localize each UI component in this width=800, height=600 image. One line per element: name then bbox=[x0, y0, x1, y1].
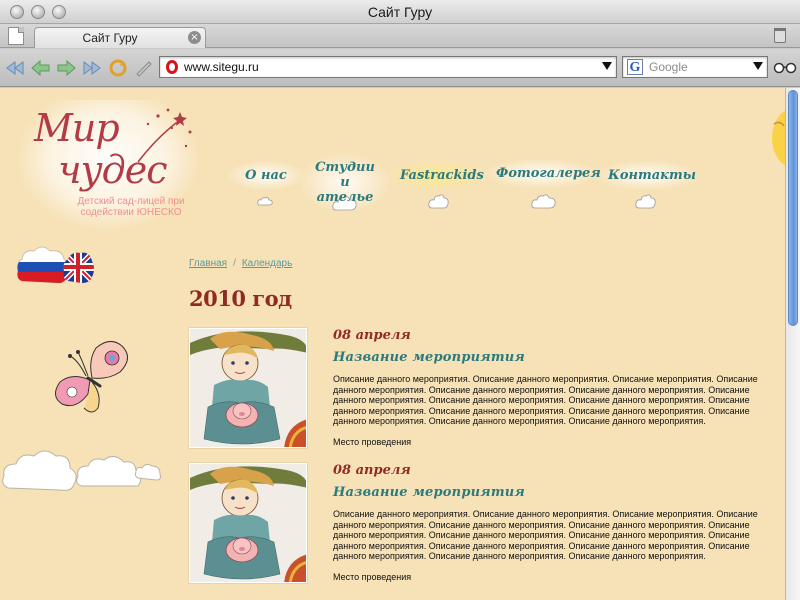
scrollbar-thumb[interactable] bbox=[788, 90, 798, 326]
back-icon[interactable] bbox=[31, 59, 51, 77]
butterfly-icon bbox=[55, 341, 128, 413]
language-switcher[interactable] bbox=[16, 241, 96, 285]
site-logo[interactable]: Мир чудес Детский сад-лицей при содейств… bbox=[18, 100, 198, 230]
girl-with-piglet-illustration bbox=[190, 464, 306, 582]
breadcrumb-calendar-link[interactable]: Календарь bbox=[242, 258, 292, 269]
cloud-icon bbox=[635, 194, 656, 209]
event-item: 08 апреля Название мероприятия Описание … bbox=[189, 463, 769, 593]
event-date: 08 апреля bbox=[333, 328, 411, 343]
cloud-icon bbox=[428, 194, 449, 209]
nav-item-label: Fastrackids bbox=[400, 168, 484, 183]
event-description: Описание данного мероприятия. Описание д… bbox=[333, 509, 758, 561]
event-date: 08 апреля bbox=[333, 463, 411, 478]
nav-item-label: Фотогалерея bbox=[496, 166, 601, 181]
event-thumbnail[interactable] bbox=[189, 328, 307, 448]
breadcrumb: Главная / Календарь bbox=[189, 258, 292, 269]
clouds-decoration-icon bbox=[2, 450, 161, 491]
tab-bar: Сайт Гуру × bbox=[0, 24, 800, 48]
search-engine-dropdown-icon[interactable] bbox=[753, 62, 763, 70]
event-thumbnail[interactable] bbox=[189, 463, 307, 583]
address-bar[interactable]: www.sitegu.ru bbox=[159, 56, 617, 78]
page-scrollbar[interactable] bbox=[785, 88, 800, 600]
cloud-icon bbox=[531, 194, 556, 209]
nav-item-label: Студии и ателье bbox=[315, 160, 375, 205]
event-item: 08 апреля Название мероприятия Описание … bbox=[189, 328, 769, 458]
glasses-icon[interactable] bbox=[773, 62, 797, 74]
logo-word-2: чудес bbox=[58, 148, 168, 192]
google-icon[interactable]: G bbox=[627, 59, 643, 75]
reload-icon[interactable] bbox=[108, 59, 128, 77]
breadcrumb-separator: / bbox=[233, 258, 236, 269]
nav-item-label: О нас bbox=[245, 168, 287, 183]
tab-close-icon[interactable]: × bbox=[188, 31, 201, 44]
window-title: Сайт Гуру bbox=[367, 4, 433, 20]
girl-with-piglet-illustration bbox=[190, 329, 306, 447]
trash-icon[interactable] bbox=[774, 28, 786, 43]
nav-item-label: Контакты bbox=[608, 168, 696, 183]
logo-subtitle: Детский сад-лицей при содействии ЮНЕСКО bbox=[77, 196, 185, 218]
fast-forward-icon[interactable] bbox=[82, 59, 102, 77]
event-place: Место проведения bbox=[333, 572, 412, 582]
sun-decoration-icon bbox=[772, 110, 785, 166]
event-title-link[interactable]: Название мероприятия bbox=[333, 485, 525, 500]
event-title-link[interactable]: Название мероприятия bbox=[333, 350, 525, 365]
window-titlebar: Сайт Гуру bbox=[0, 0, 800, 24]
logo-word-1: Мир bbox=[34, 106, 120, 150]
tab-label: Сайт Гуру bbox=[82, 31, 138, 45]
cloud-icon bbox=[257, 196, 273, 206]
tab-site-guru[interactable]: Сайт Гуру × bbox=[34, 27, 206, 48]
page-title: 2010 год bbox=[189, 286, 292, 311]
page-viewport: Мир чудес Детский сад-лицей при содейств… bbox=[0, 88, 785, 600]
nav-item-photogallery[interactable]: Фотогалерея bbox=[482, 158, 601, 189]
forward-icon[interactable] bbox=[56, 59, 76, 77]
breadcrumb-home-link[interactable]: Главная bbox=[189, 258, 227, 269]
search-box[interactable]: G Google bbox=[622, 56, 768, 78]
event-description: Описание данного мероприятия. Описание д… bbox=[333, 374, 758, 426]
nav-item-about[interactable]: О нас bbox=[226, 160, 306, 191]
event-place: Место проведения bbox=[333, 437, 412, 447]
opera-icon bbox=[166, 60, 178, 74]
nav-item-contacts[interactable]: Контакты bbox=[594, 160, 700, 191]
rewind-icon[interactable] bbox=[5, 59, 25, 77]
address-input[interactable]: www.sitegu.ru bbox=[184, 60, 259, 74]
search-input[interactable]: Google bbox=[649, 60, 688, 74]
browser-toolbar: www.sitegu.ru G Google bbox=[0, 49, 800, 87]
address-history-dropdown-icon[interactable] bbox=[602, 62, 612, 70]
new-page-button[interactable] bbox=[8, 27, 24, 45]
nav-item-studios[interactable]: Студии и ателье bbox=[298, 152, 392, 213]
edit-pencil-icon[interactable] bbox=[134, 59, 154, 77]
nav-item-fastrackids[interactable]: Fastrackids bbox=[386, 160, 488, 191]
